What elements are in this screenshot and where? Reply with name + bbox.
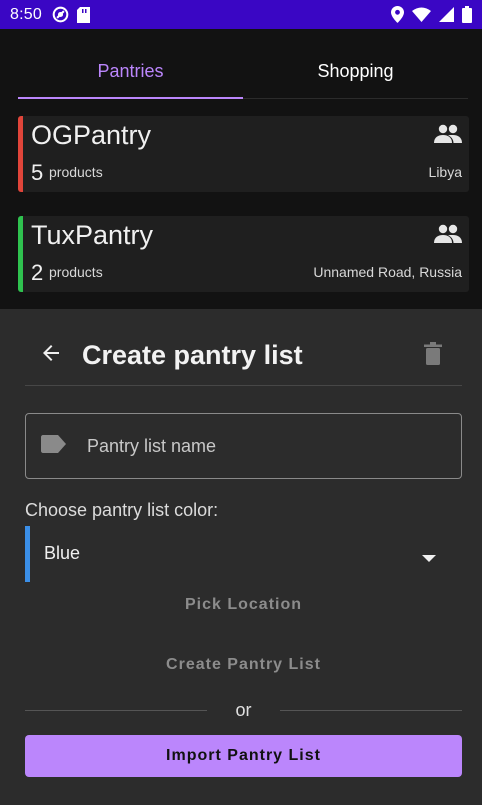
pick-location-button[interactable]: Pick Location: [25, 596, 462, 614]
cellular-icon: [439, 7, 454, 22]
sheet-title: Create pantry list: [82, 340, 303, 370]
pantry-location: Unnamed Road, Russia: [313, 264, 462, 280]
pantry-product-count: 2: [31, 260, 44, 285]
tab-shopping[interactable]: Shopping: [243, 44, 468, 98]
pantry-product-count-label: products: [49, 164, 103, 180]
label-icon: [41, 434, 67, 458]
location-icon: [391, 6, 404, 23]
dropdown-arrow-icon: [422, 550, 436, 568]
sheet-header: Create pantry list: [25, 309, 462, 386]
status-bar: 8:50: [0, 0, 482, 29]
tab-pantries[interactable]: Pantries: [18, 44, 243, 99]
divider-line-right: [280, 710, 462, 711]
pantry-card-tuxpantry[interactable]: TuxPantry 2 products Unnamed Road, Russi…: [18, 216, 469, 292]
delete-icon[interactable]: [423, 342, 443, 371]
arrow-back-icon[interactable]: [39, 341, 63, 370]
pantry-name: OGPantry: [31, 120, 152, 150]
color-swatch: [25, 526, 30, 582]
pantry-color-accent: [18, 116, 23, 192]
pantry-color-accent: [18, 216, 23, 292]
pantry-location: Libya: [428, 164, 462, 180]
pantry-product-count: 5: [31, 160, 44, 185]
create-pantry-list-button[interactable]: Create Pantry List: [25, 656, 462, 674]
create-pantry-sheet: Create pantry list Pantry list name Choo…: [0, 309, 482, 805]
or-divider: or: [25, 697, 462, 725]
do-not-disturb-icon: [52, 6, 69, 23]
pantry-name: TuxPantry: [31, 220, 154, 250]
group-icon: [434, 124, 462, 149]
color-select[interactable]: Blue: [25, 526, 462, 582]
pantry-name-placeholder: Pantry list name: [87, 435, 217, 456]
battery-icon: [462, 6, 472, 23]
pantry-name-field[interactable]: Pantry list name: [25, 413, 462, 479]
status-time: 8:50: [10, 5, 42, 23]
pantry-card-ogpantry[interactable]: OGPantry 5 products Libya: [18, 116, 469, 192]
tab-bar: Pantries Shopping: [18, 44, 468, 99]
color-choice-label: Choose pantry list color:: [25, 500, 219, 520]
color-select-value: Blue: [44, 543, 81, 563]
group-icon: [434, 224, 462, 249]
sd-card-icon: [76, 6, 90, 23]
wifi-icon: [412, 7, 431, 22]
import-pantry-list-button[interactable]: Import Pantry List: [25, 735, 462, 777]
pantry-product-count-label: products: [49, 264, 103, 280]
